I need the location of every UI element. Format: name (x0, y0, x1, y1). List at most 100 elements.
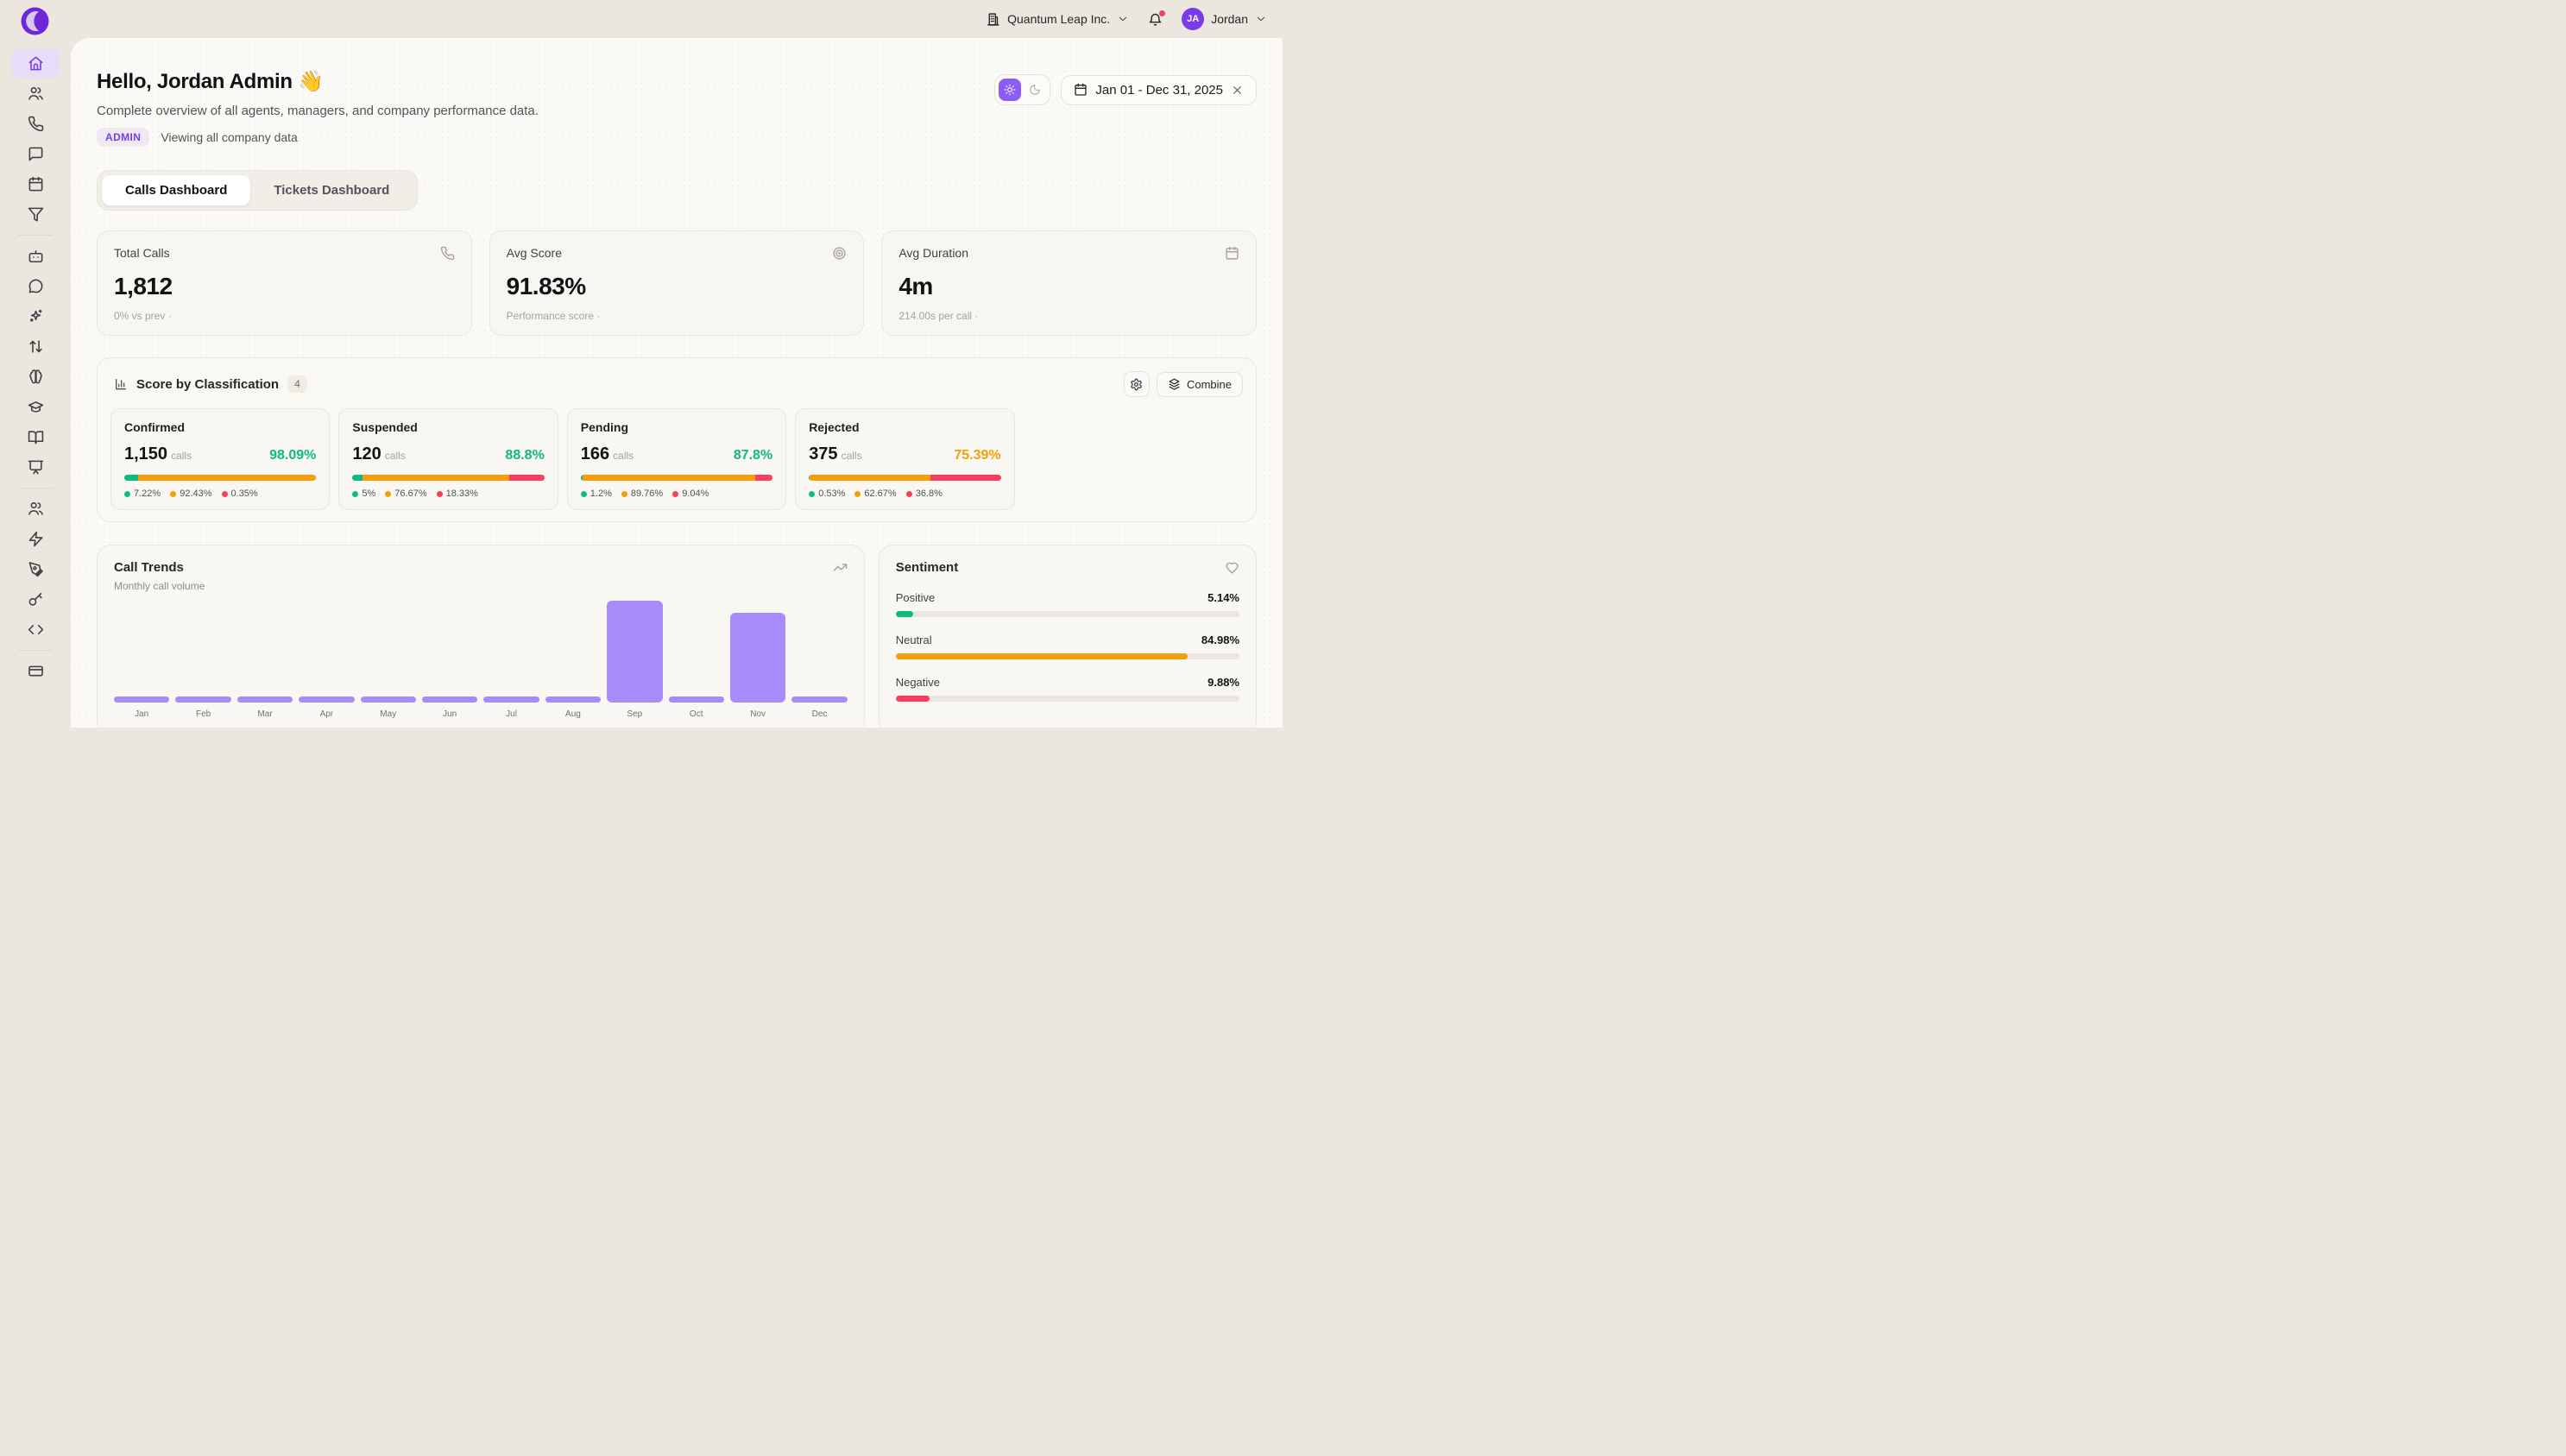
sidebar-item-pen-tool[interactable] (11, 554, 60, 583)
chart-title: Call Trends (114, 560, 205, 575)
distribution-legend: 7.22% 92.43% 0.35% (124, 488, 316, 499)
sidebar-item-arrow-up-down[interactable] (11, 331, 60, 361)
chart-column (299, 601, 354, 703)
sidebar-item-credit-card[interactable] (11, 656, 60, 685)
sidebar-divider (18, 235, 53, 236)
stat-title: Total Calls (114, 246, 170, 260)
chevron-down-icon (1255, 13, 1267, 25)
month-label: Aug (545, 709, 601, 719)
calls-count: 120 (352, 444, 381, 463)
sun-icon (1004, 84, 1016, 96)
stat-subtext: Performance score · (507, 310, 848, 322)
chart-column (175, 601, 230, 703)
chart-bar-Mar (237, 696, 293, 703)
sidebar-item-book-open[interactable] (11, 422, 60, 451)
classification-card-pending: Pending 166calls 87.8% 1.2% 89.76% 9.04% (567, 408, 786, 510)
chart-column (361, 601, 416, 703)
bot-icon (28, 248, 44, 264)
classification-card-rejected: Rejected 375calls 75.39% 0.53% 62.67% 36… (795, 408, 1014, 510)
clear-date-icon[interactable] (1231, 84, 1244, 97)
stat-title: Avg Score (507, 246, 562, 260)
arrow-up-down-icon (28, 338, 44, 355)
light-mode-button[interactable] (999, 79, 1021, 101)
graduation-cap-icon (28, 399, 44, 415)
sidebar-item-home[interactable] (11, 48, 60, 78)
user-menu[interactable]: JA Jordan (1182, 8, 1267, 30)
calendar-icon (1074, 83, 1088, 97)
sidebar-item-zap[interactable] (11, 524, 60, 553)
classification-card-suspended: Suspended 120calls 88.8% 5% 76.67% 18.33… (338, 408, 558, 510)
dark-mode-button[interactable] (1024, 79, 1046, 101)
sidebar-item-sparkles[interactable] (11, 301, 60, 331)
brain-icon (28, 369, 44, 385)
distribution-bar (581, 475, 772, 481)
stat-subtext: 0% vs prev · (114, 310, 455, 322)
score-value: 87.8% (734, 448, 772, 463)
chart-column (545, 601, 601, 703)
stat-title: Avg Duration (898, 246, 968, 260)
sidebar-item-brain[interactable] (11, 362, 60, 391)
month-label: Dec (791, 709, 847, 719)
month-label: May (361, 709, 416, 719)
chart-column (607, 601, 662, 703)
stat-card-total-calls: Total Calls 1,812 0% vs prev · (97, 230, 472, 336)
wave-emoji: 👋 (298, 70, 324, 93)
sidebar-item-graduation-cap[interactable] (11, 392, 60, 421)
layers-icon (1168, 378, 1181, 391)
sidebar-item-bot[interactable] (11, 241, 60, 270)
theme-toggle (994, 74, 1050, 105)
chart-column (483, 601, 539, 703)
message-circle-icon (28, 278, 44, 294)
classification-settings-button[interactable] (1124, 371, 1150, 397)
notifications-button[interactable] (1148, 12, 1163, 27)
sidebar-item-key[interactable] (11, 584, 60, 614)
sentiment-row-negative: Negative 9.88% (896, 676, 1239, 702)
target-icon (832, 246, 847, 261)
sidebar-item-message-square[interactable] (11, 139, 60, 168)
home-icon (28, 55, 44, 72)
role-badge: ADMIN (97, 128, 149, 147)
month-label: Feb (175, 709, 230, 719)
sidebar-item-presentation[interactable] (11, 452, 60, 482)
calls-count: 375 (809, 444, 837, 463)
sidebar-item-phone[interactable] (11, 109, 60, 138)
sidebar-item-code[interactable] (11, 615, 60, 644)
chart-bar-Apr (299, 696, 354, 703)
phone-icon (440, 246, 455, 261)
org-selector[interactable]: Quantum Leap Inc. (986, 12, 1129, 27)
combine-button[interactable]: Combine (1157, 372, 1243, 397)
month-label: Mar (237, 709, 293, 719)
chevron-down-icon (1117, 13, 1129, 25)
book-open-icon (28, 429, 44, 445)
page-subtitle: Complete overview of all agents, manager… (97, 104, 539, 118)
code-icon (28, 621, 44, 638)
sidebar-item-users-2[interactable] (11, 494, 60, 523)
sidebar-item-filter[interactable] (11, 199, 60, 229)
pen-tool-icon (28, 561, 44, 577)
chart-bar-Feb (175, 696, 230, 703)
distribution-legend: 1.2% 89.76% 9.04% (581, 488, 772, 499)
page-header: Hello, Jordan Admin 👋 Complete overview … (97, 69, 539, 147)
chart-column (114, 601, 169, 703)
sparkles-icon (28, 308, 44, 325)
chart-column (669, 601, 724, 703)
phone-icon (28, 116, 44, 132)
sentiment-bar (896, 696, 930, 702)
chart-bar-Jun (422, 696, 477, 703)
month-label: Apr (299, 709, 354, 719)
tab-tickets-dashboard[interactable]: Tickets Dashboard (250, 175, 413, 205)
avatar: JA (1182, 8, 1204, 30)
month-label: Jul (483, 709, 539, 719)
month-label: Jun (422, 709, 477, 719)
user-name: Jordan (1211, 12, 1248, 26)
score-by-classification-panel: Score by Classification 4 Combine (97, 357, 1257, 522)
main-panel: Hello, Jordan Admin 👋 Complete overview … (71, 38, 1283, 728)
stat-card-avg-duration: Avg Duration 4m 214.00s per call · (881, 230, 1257, 336)
sidebar-item-calendar[interactable] (11, 169, 60, 199)
chart-bar-Jul (483, 696, 539, 703)
date-range-picker[interactable]: Jan 01 - Dec 31, 2025 (1061, 75, 1257, 105)
sidebar-item-users[interactable] (11, 79, 60, 108)
tab-calls-dashboard[interactable]: Calls Dashboard (102, 175, 250, 205)
sidebar-item-message-circle[interactable] (11, 271, 60, 300)
app-logo[interactable] (21, 7, 49, 35)
